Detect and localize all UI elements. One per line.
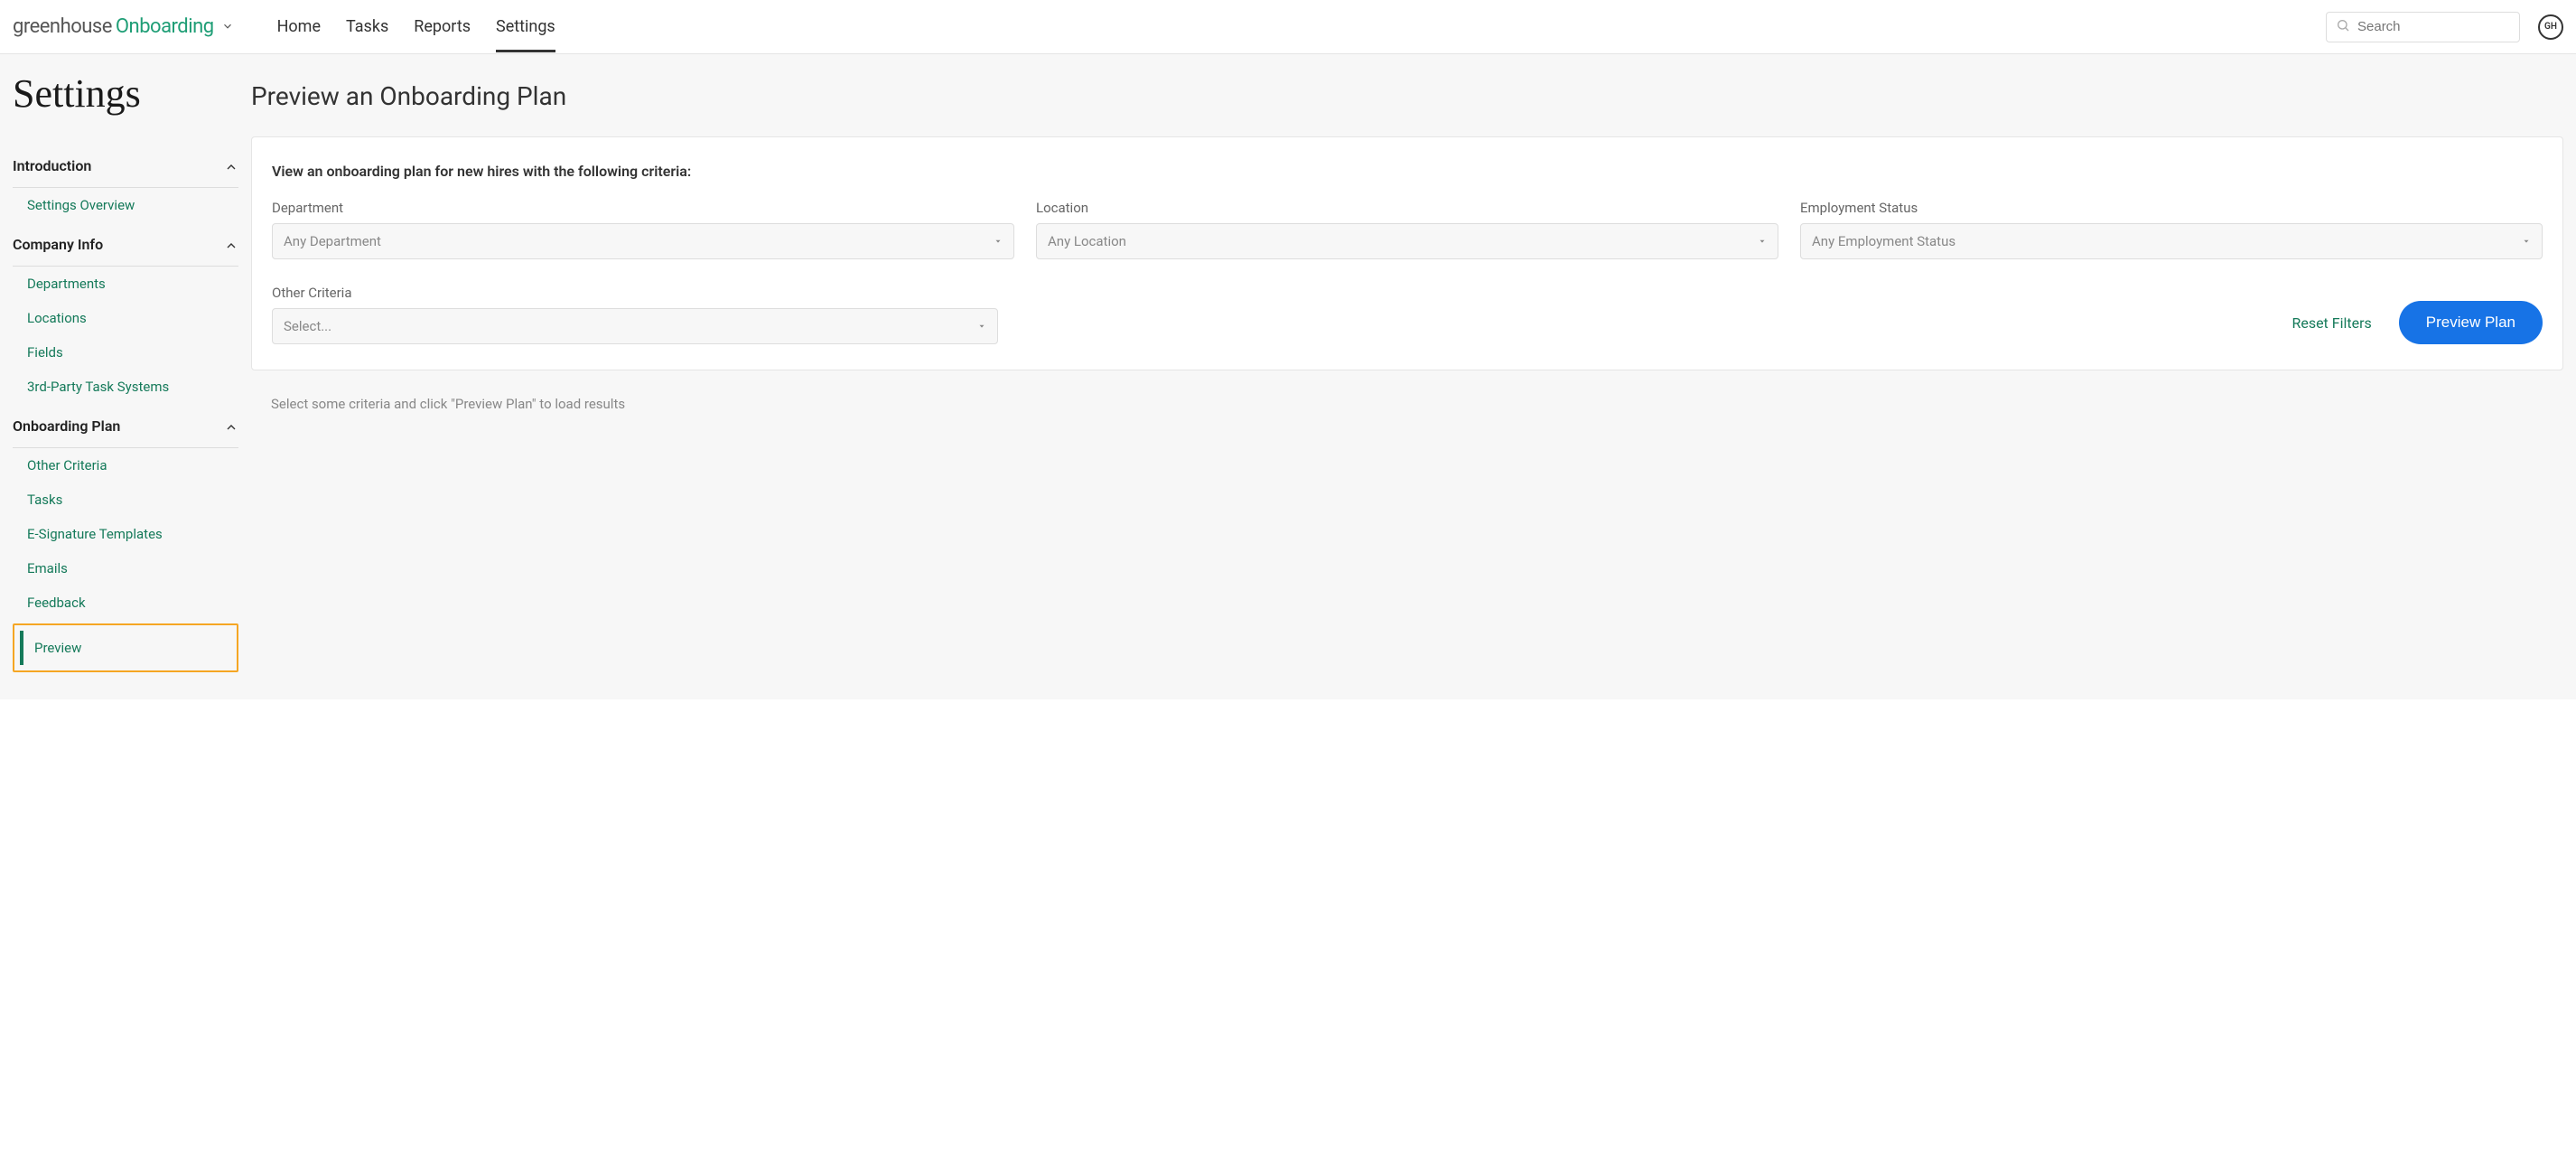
filter-label: Other Criteria xyxy=(272,285,998,301)
filter-label: Department xyxy=(272,200,1014,216)
sidebar-item-esignature[interactable]: E-Signature Templates xyxy=(13,517,238,551)
sidebar: Settings Introduction Settings Overview … xyxy=(0,54,251,699)
filter-label: Location xyxy=(1036,200,1778,216)
sidebar-item-settings-overview[interactable]: Settings Overview xyxy=(13,188,238,222)
search-icon xyxy=(2336,18,2350,36)
other-criteria-select[interactable]: Select... xyxy=(272,308,998,344)
sidebar-item-fields[interactable]: Fields xyxy=(13,335,238,370)
nav-settings[interactable]: Settings xyxy=(496,1,555,52)
main-content: Preview an Onboarding Plan View an onboa… xyxy=(251,54,2576,699)
sidebar-item-tasks[interactable]: Tasks xyxy=(13,483,238,517)
reset-filters-link[interactable]: Reset Filters xyxy=(2291,314,2371,332)
select-value: Any Location xyxy=(1048,233,1126,249)
sidebar-section-introduction[interactable]: Introduction xyxy=(13,144,238,188)
caret-down-icon xyxy=(994,233,1003,249)
department-select[interactable]: Any Department xyxy=(272,223,1014,259)
logo[interactable]: greenhouse Onboarding xyxy=(13,15,234,38)
sidebar-item-other-criteria[interactable]: Other Criteria xyxy=(13,448,238,483)
filter-row-1: Department Any Department Location Any L… xyxy=(272,200,2543,259)
preview-plan-button[interactable]: Preview Plan xyxy=(2399,301,2543,344)
logo-text-1: greenhouse xyxy=(13,15,112,38)
filter-other: Other Criteria Select... xyxy=(272,285,998,344)
nav-reports[interactable]: Reports xyxy=(414,1,471,52)
sidebar-item-feedback[interactable]: Feedback xyxy=(13,586,238,620)
caret-down-icon xyxy=(977,318,986,334)
sidebar-section-company-info[interactable]: Company Info xyxy=(13,222,238,267)
filter-employment-status: Employment Status Any Employment Status xyxy=(1800,200,2543,259)
sidebar-item-locations[interactable]: Locations xyxy=(13,301,238,335)
search-input[interactable] xyxy=(2357,19,2510,34)
chevron-up-icon xyxy=(224,417,238,435)
chevron-down-icon[interactable] xyxy=(221,15,234,38)
select-value: Any Employment Status xyxy=(1812,233,1955,249)
results-hint: Select some criteria and click "Preview … xyxy=(271,396,2576,412)
header: greenhouse Onboarding Home Tasks Reports… xyxy=(0,0,2576,54)
section-title: Introduction xyxy=(13,157,91,174)
section-title: Onboarding Plan xyxy=(13,417,120,435)
panel-heading: View an onboarding plan for new hires wi… xyxy=(272,163,2543,180)
nav-home[interactable]: Home xyxy=(277,1,321,52)
main-title: Preview an Onboarding Plan xyxy=(251,81,2576,111)
chevron-up-icon xyxy=(224,156,238,174)
employment-status-select[interactable]: Any Employment Status xyxy=(1800,223,2543,259)
logo-text-2: Onboarding xyxy=(116,15,214,38)
filter-department: Department Any Department xyxy=(272,200,1014,259)
actions: Reset Filters Preview Plan xyxy=(2291,301,2543,344)
sidebar-item-preview[interactable]: Preview xyxy=(20,631,231,665)
search-box[interactable] xyxy=(2326,12,2520,42)
page-title: Settings xyxy=(13,70,238,117)
sidebar-item-emails[interactable]: Emails xyxy=(13,551,238,586)
filter-location: Location Any Location xyxy=(1036,200,1778,259)
avatar[interactable]: GH xyxy=(2538,14,2563,40)
caret-down-icon xyxy=(2522,233,2531,249)
location-select[interactable]: Any Location xyxy=(1036,223,1778,259)
sidebar-item-preview-highlight: Preview xyxy=(13,623,238,672)
filter-label: Employment Status xyxy=(1800,200,2543,216)
sidebar-item-3rd-party[interactable]: 3rd-Party Task Systems xyxy=(13,370,238,404)
primary-nav: Home Tasks Reports Settings xyxy=(277,1,2326,52)
chevron-up-icon xyxy=(224,235,238,253)
sidebar-item-departments[interactable]: Departments xyxy=(13,267,238,301)
sidebar-section-onboarding-plan[interactable]: Onboarding Plan xyxy=(13,404,238,448)
section-title: Company Info xyxy=(13,236,103,253)
select-value: Any Department xyxy=(284,233,381,249)
select-value: Select... xyxy=(284,318,331,334)
caret-down-icon xyxy=(1758,233,1767,249)
page-body: Settings Introduction Settings Overview … xyxy=(0,54,2576,699)
filter-panel: View an onboarding plan for new hires wi… xyxy=(251,136,2563,370)
filter-row-2: Other Criteria Select... Reset Filters P… xyxy=(272,285,2543,344)
nav-tasks[interactable]: Tasks xyxy=(346,1,388,52)
